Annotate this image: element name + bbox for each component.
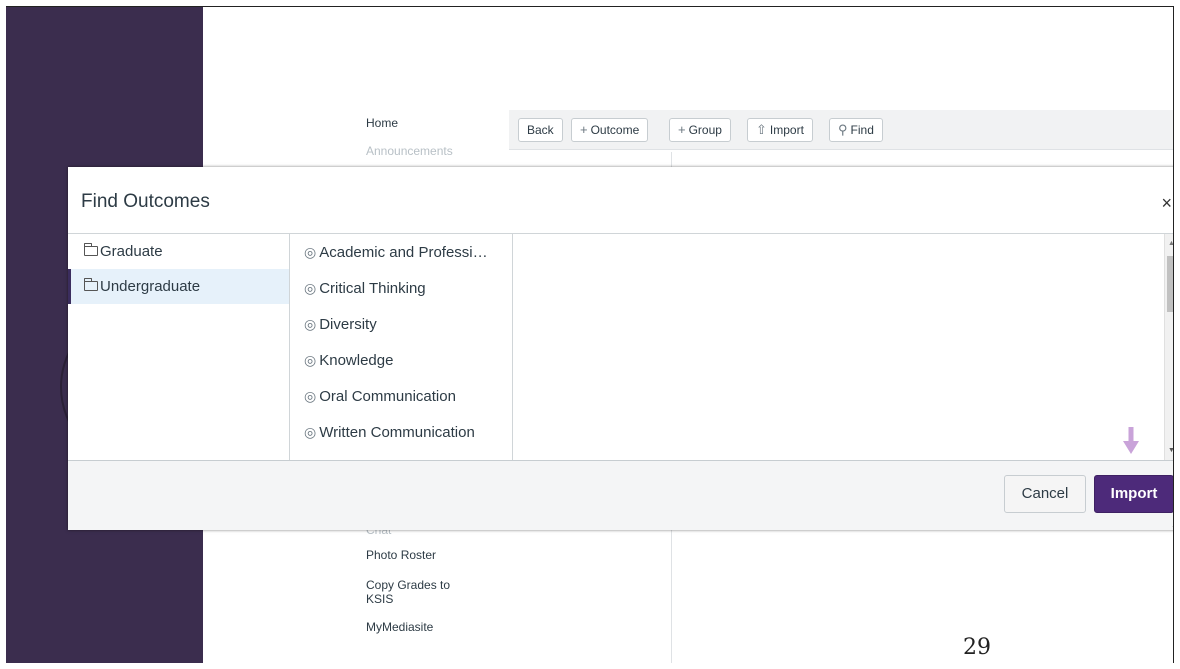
- import-toolbar-button[interactable]: ⇧ Import: [747, 118, 813, 142]
- outcomes-toolbar: Back + Outcome + Group ⇧ Import ⚲ Find: [509, 110, 1173, 150]
- outcome-detail-column: [513, 234, 1163, 460]
- nav-mymediasite[interactable]: MyMediasite: [366, 620, 433, 634]
- arrow-down-icon: [1123, 427, 1139, 454]
- outcome-label: Knowledge: [319, 352, 394, 369]
- outcome-label: Outcome: [590, 123, 640, 137]
- find-label: Find: [850, 123, 874, 137]
- group-item-graduate[interactable]: Graduate: [68, 234, 289, 269]
- dialog-footer: Cancel Import ⁄⁄: [68, 460, 1173, 530]
- outcome-label: Oral Communication: [319, 388, 456, 405]
- dialog-header: Find Outcomes ×: [68, 167, 1173, 234]
- import-button[interactable]: Import: [1094, 475, 1173, 513]
- back-label: Back: [527, 123, 554, 137]
- group-label: Graduate: [100, 243, 163, 260]
- dialog-title: Find Outcomes: [81, 191, 210, 212]
- outcome-label: Academic and Professi…: [319, 244, 488, 261]
- nav-announcements[interactable]: Announcements: [366, 144, 453, 158]
- folder-icon: [84, 243, 98, 256]
- scrollbar[interactable]: ▲ ▼: [1164, 234, 1173, 460]
- cancel-button[interactable]: Cancel: [1004, 475, 1086, 513]
- outcome-label: Written Communication: [319, 424, 475, 441]
- plus-icon: +: [580, 122, 588, 137]
- outcome-item[interactable]: ◎ Knowledge: [290, 342, 512, 378]
- slide-frame: Home Announcements Chat Photo Roster Cop…: [6, 6, 1174, 663]
- target-icon: ◎: [304, 388, 317, 404]
- outcome-item[interactable]: ◎ Diversity: [290, 306, 512, 342]
- close-icon[interactable]: ×: [1161, 193, 1172, 214]
- nav-home[interactable]: Home: [366, 116, 398, 130]
- import-toolbar-label: Import: [769, 123, 804, 137]
- add-outcome-button[interactable]: + Outcome: [571, 118, 649, 142]
- target-icon: ◎: [304, 244, 317, 260]
- find-button[interactable]: ⚲ Find: [829, 118, 883, 142]
- nav-photo-roster[interactable]: Photo Roster: [366, 548, 436, 562]
- add-group-button[interactable]: + Group: [669, 118, 731, 142]
- group-label: Undergraduate: [100, 278, 201, 295]
- target-icon: ◎: [304, 316, 317, 332]
- outcome-item[interactable]: ◎ Critical Thinking: [290, 270, 512, 306]
- target-icon: ◎: [304, 424, 317, 440]
- scroll-down-icon[interactable]: ▼: [1168, 447, 1173, 454]
- nav-copy-grades-line2[interactable]: KSIS: [366, 592, 393, 606]
- outcome-label: Critical Thinking: [319, 280, 426, 297]
- folder-icon: [84, 278, 98, 291]
- nav-copy-grades-line1[interactable]: Copy Grades to: [366, 578, 450, 592]
- target-icon: ◎: [304, 352, 317, 368]
- group-item-undergraduate[interactable]: Undergraduate: [68, 269, 289, 304]
- outcome-item[interactable]: ◎ Written Communication: [290, 414, 512, 450]
- scrollbar-thumb[interactable]: [1167, 256, 1173, 312]
- slide-number: 29: [963, 635, 991, 660]
- group-label: Group: [688, 123, 722, 137]
- back-button[interactable]: Back: [518, 118, 563, 142]
- groups-column: Graduate Undergraduate: [68, 234, 290, 460]
- outcome-item[interactable]: ◎ Academic and Professi…: [290, 234, 512, 270]
- outcomes-column: ◎ Academic and Professi… ◎ Critical Thinki…: [290, 234, 513, 460]
- scroll-up-icon[interactable]: ▲: [1168, 240, 1173, 247]
- outcome-label: Diversity: [319, 316, 377, 333]
- upload-icon: ⇧: [756, 122, 767, 137]
- search-icon: ⚲: [838, 122, 848, 137]
- target-icon: ◎: [304, 280, 317, 296]
- outcome-item[interactable]: ◎ Oral Communication: [290, 378, 512, 414]
- find-outcomes-dialog: Find Outcomes × Graduate Undergraduate ◎…: [68, 167, 1173, 530]
- plus-icon: +: [678, 122, 686, 137]
